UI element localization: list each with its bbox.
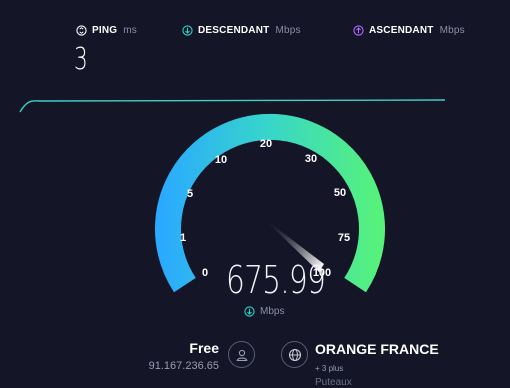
speed-gauge: 0 1 5 10 20 30 50 75 100	[155, 113, 385, 293]
globe-icon	[288, 348, 301, 361]
gauge-label-20: 20	[260, 138, 272, 150]
user-button[interactable]	[228, 341, 255, 368]
gauge-label-5: 5	[187, 188, 193, 200]
server-button[interactable]	[281, 341, 308, 368]
gauge-label-1: 1	[180, 232, 186, 244]
server-name[interactable]: ORANGE FRANCE	[315, 341, 439, 357]
server-more-link[interactable]: + 3 plus	[315, 364, 343, 373]
speed-unit: Mbps	[244, 306, 284, 317]
gauge-label-30: 30	[305, 153, 317, 165]
speed-unit-label: Mbps	[260, 306, 285, 317]
gauge-label-10: 10	[215, 154, 227, 166]
current-speed: 675.99	[226, 258, 326, 302]
gauge-label-75: 75	[338, 232, 350, 244]
isp-ip: 91.167.236.65	[148, 360, 219, 372]
isp-name: Free	[189, 340, 219, 356]
gauge-label-50: 50	[334, 187, 346, 199]
download-arrow-icon	[244, 306, 255, 317]
server-location: Puteaux	[315, 377, 352, 388]
gauge-label-0: 0	[202, 267, 208, 279]
user-icon	[235, 349, 248, 361]
